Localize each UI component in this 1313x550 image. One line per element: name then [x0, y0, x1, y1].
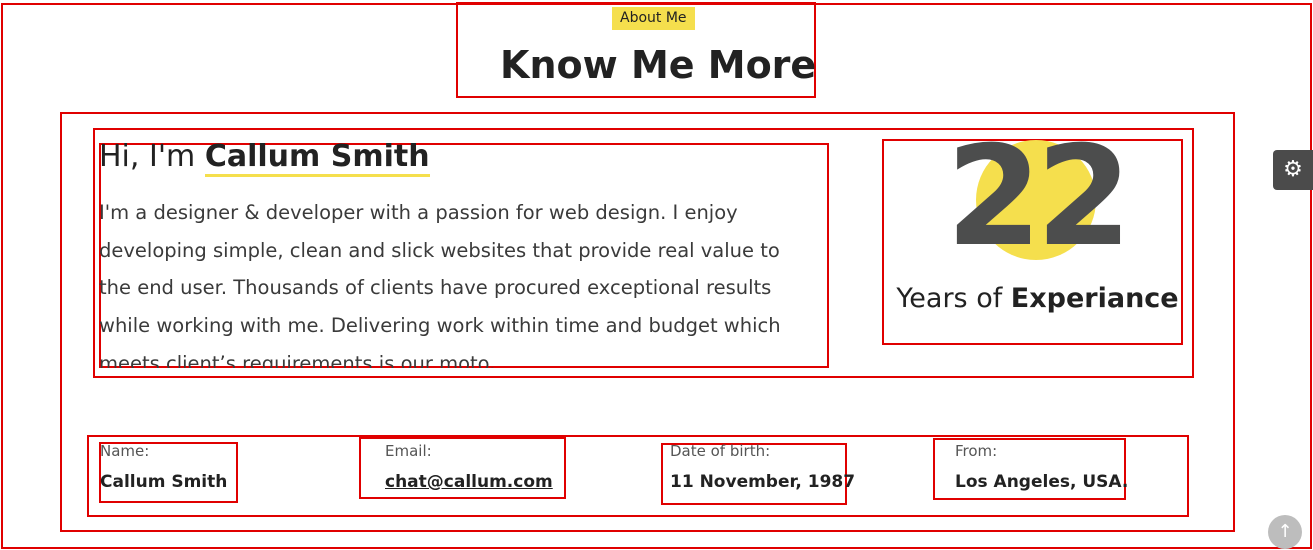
- email-label: Email:: [385, 442, 432, 460]
- arrow-up-icon: ↑: [1277, 521, 1293, 542]
- section-tag: About Me: [612, 7, 695, 30]
- settings-button[interactable]: ⚙: [1273, 150, 1313, 190]
- experience-label-bold: Experiance: [1010, 283, 1179, 314]
- bio-line: meets client’s requirements is our moto.: [99, 351, 496, 368]
- from-label: From:: [955, 442, 998, 460]
- from-value: Los Angeles, USA.: [955, 472, 1129, 492]
- name-value: Callum Smith: [100, 472, 228, 492]
- bio-line: the end user. Thousands of clients have …: [99, 276, 772, 300]
- greeting: Hi, I'm Callum Smith: [99, 137, 430, 177]
- section-title: Know Me More: [500, 43, 817, 87]
- email-link[interactable]: chat@callum.com: [385, 470, 553, 494]
- experience-label: Years of Experiance: [886, 281, 1189, 317]
- gear-icon: ⚙: [1283, 157, 1303, 182]
- experience-years: 22: [945, 116, 1132, 277]
- dob-value: 11 November, 1987: [670, 472, 856, 492]
- scroll-to-top-button[interactable]: ↑: [1268, 515, 1302, 549]
- bio-text: I'm a designer & developer with a passio…: [99, 194, 834, 368]
- bio-line: I'm a designer & developer with a passio…: [99, 201, 738, 224]
- greeting-name: Callum Smith: [204, 140, 430, 177]
- experience-label-prefix: Years of: [896, 283, 1011, 314]
- bio-line: developing simple, clean and slick websi…: [99, 238, 780, 262]
- greeting-prefix: Hi, I'm: [99, 139, 205, 174]
- name-label: Name:: [100, 442, 150, 460]
- bio-line: while working with me. Delivering work w…: [99, 314, 781, 338]
- dob-label: Date of birth:: [670, 442, 771, 460]
